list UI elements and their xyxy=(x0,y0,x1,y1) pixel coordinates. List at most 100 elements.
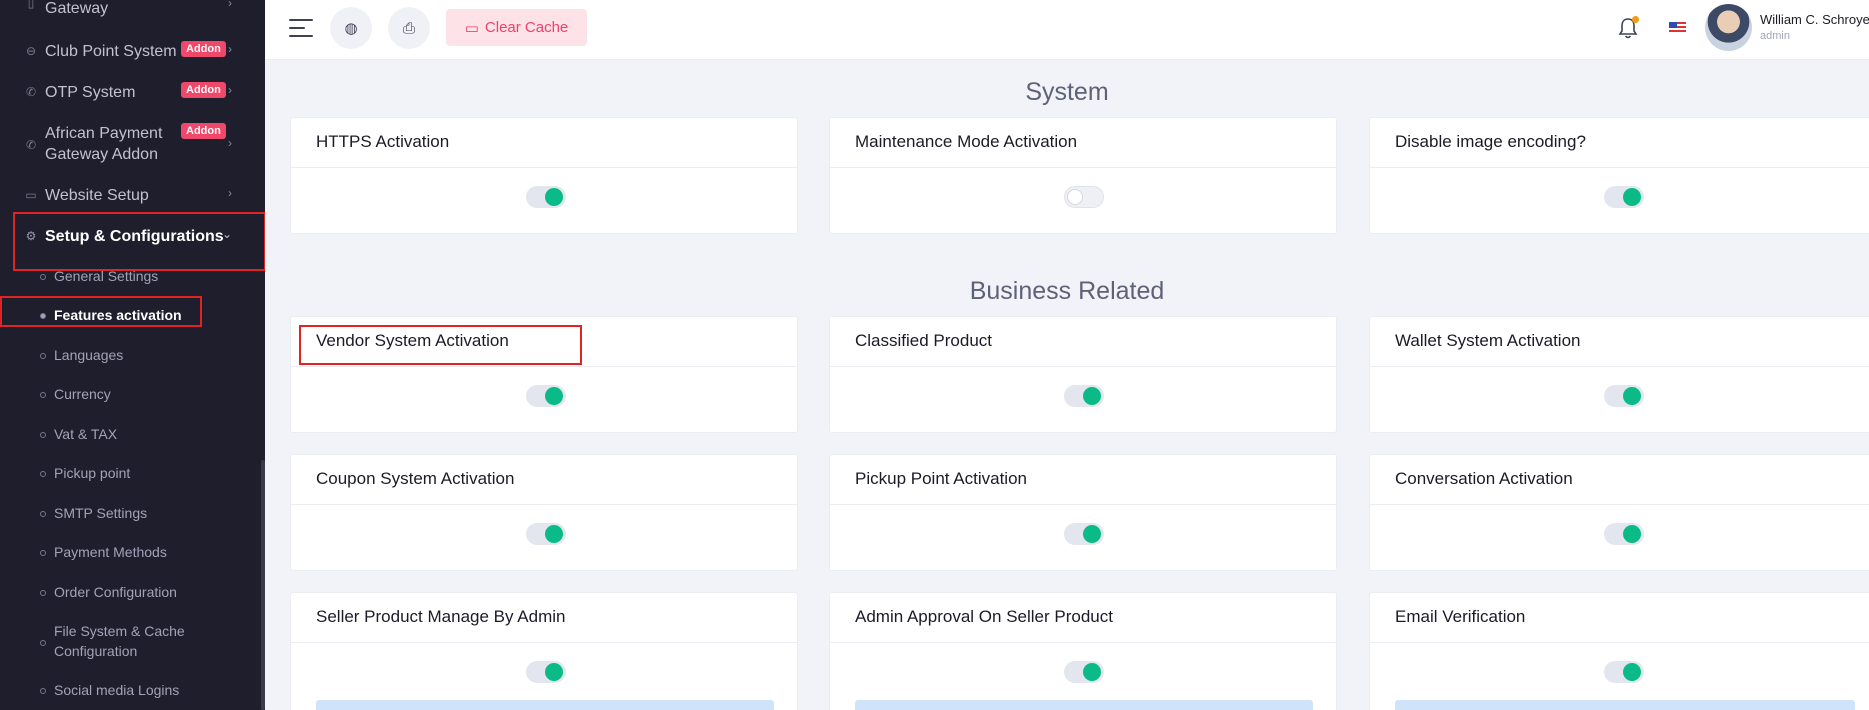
bullet-icon xyxy=(40,274,46,280)
us-flag-icon[interactable] xyxy=(1669,22,1686,34)
submenu-file-system-cache[interactable]: File System & Cache Configuration xyxy=(0,621,260,663)
sidebar-item-payment-gateway[interactable]: ▯ Gateway › xyxy=(0,0,260,20)
card-title: Seller Product Manage By Admin xyxy=(316,607,566,626)
card-title: Pickup Point Activation xyxy=(855,469,1027,488)
bullet-icon xyxy=(40,471,46,477)
globe-button[interactable]: ◍ xyxy=(330,7,372,49)
phone-icon: ✆ xyxy=(25,138,37,152)
card-header: Pickup Point Activation xyxy=(830,455,1336,505)
sidebar: ▯ Gateway › ⊖ Club Point System Addon › … xyxy=(0,0,265,710)
card-admin-approval: Admin Approval On Seller Product xyxy=(829,592,1337,710)
card-title: Maintenance Mode Activation xyxy=(855,132,1078,151)
info-alert xyxy=(1395,700,1855,710)
bullet-icon xyxy=(40,550,46,556)
info-alert xyxy=(855,700,1313,710)
section-title-system: System xyxy=(1025,78,1109,106)
submenu-currency[interactable]: Currency xyxy=(0,384,260,404)
card-disable-image-encoding: Disable image encoding? xyxy=(1369,117,1869,234)
bullet-icon xyxy=(40,511,46,517)
hard-drive-icon: ▭ xyxy=(464,19,479,37)
highlight-box xyxy=(13,212,265,271)
topbar: ◍ ⎙ ▭ Clear Cache William C. Schroyer ad… xyxy=(265,0,1869,60)
wallet-toggle[interactable] xyxy=(1604,385,1644,407)
card-title: Coupon System Activation xyxy=(316,469,515,488)
card-maintenance-mode: Maintenance Mode Activation xyxy=(829,117,1337,234)
card-pickup-point: Pickup Point Activation xyxy=(829,454,1337,571)
sidebar-item-african-payment[interactable]: ✆ African Payment Gateway Addon Addon › xyxy=(0,122,260,167)
section-title-business: Business Related xyxy=(969,277,1165,305)
https-toggle[interactable] xyxy=(526,186,566,208)
menu-toggle-icon[interactable] xyxy=(289,17,315,39)
card-title: Disable image encoding? xyxy=(1395,132,1586,151)
card-email-verification: Email Verification xyxy=(1369,592,1869,710)
user-role: admin xyxy=(1760,30,1790,42)
sidebar-item-otp[interactable]: ✆ OTP System Addon › xyxy=(0,81,260,103)
submenu-order-configuration[interactable]: Order Configuration xyxy=(0,582,260,602)
submenu-payment-methods[interactable]: Payment Methods xyxy=(0,542,260,562)
submenu-general-settings[interactable]: General Settings xyxy=(0,266,260,286)
printer-icon: ⎙ xyxy=(402,19,415,37)
submenu-social-media-logins[interactable]: Social media Logins xyxy=(0,680,260,700)
highlight-box xyxy=(299,325,582,365)
addon-badge: Addon xyxy=(181,123,226,139)
card-header: HTTPS Activation xyxy=(291,118,797,168)
coin-icon: ⊖ xyxy=(25,44,37,58)
highlight-box xyxy=(0,296,202,327)
card-title: Admin Approval On Seller Product xyxy=(855,607,1113,626)
chevron-right-icon: › xyxy=(228,83,232,97)
maintenance-toggle[interactable] xyxy=(1064,186,1104,208)
submenu-smtp-settings[interactable]: SMTP Settings xyxy=(0,503,260,523)
bullet-icon xyxy=(40,640,46,646)
clear-cache-button[interactable]: ▭ Clear Cache xyxy=(446,9,587,46)
card-header: Disable image encoding? xyxy=(1370,118,1869,168)
avatar[interactable] xyxy=(1705,4,1752,51)
card-classified-product: Classified Product xyxy=(829,316,1337,433)
pickup-toggle[interactable] xyxy=(1064,523,1104,545)
classified-toggle[interactable] xyxy=(1064,385,1104,407)
bullet-icon xyxy=(40,392,46,398)
card-header: Seller Product Manage By Admin xyxy=(291,593,797,643)
seller-manage-toggle[interactable] xyxy=(526,661,566,683)
email-verification-toggle[interactable] xyxy=(1604,661,1644,683)
image-encoding-toggle[interactable] xyxy=(1604,186,1644,208)
card-header: Conversation Activation xyxy=(1370,455,1869,505)
chevron-right-icon: › xyxy=(228,186,232,200)
sidebar-item-website-setup[interactable]: ▭ Website Setup › xyxy=(0,184,260,206)
card-seller-product-manage: Seller Product Manage By Admin xyxy=(290,592,798,710)
card-header: Email Verification xyxy=(1370,593,1869,643)
print-button[interactable]: ⎙ xyxy=(388,7,430,49)
card-https-activation: HTTPS Activation xyxy=(290,117,798,234)
coupon-toggle[interactable] xyxy=(526,523,566,545)
card-icon: ▯ xyxy=(27,0,35,10)
card-coupon-system: Coupon System Activation xyxy=(290,454,798,571)
vendor-toggle[interactable] xyxy=(526,385,566,407)
card-conversation: Conversation Activation xyxy=(1369,454,1869,571)
sidebar-scrollbar[interactable] xyxy=(261,460,265,710)
chevron-right-icon: › xyxy=(228,136,232,150)
submenu-vat-tax[interactable]: Vat & TAX xyxy=(0,424,260,444)
card-header: Coupon System Activation xyxy=(291,455,797,505)
card-header: Classified Product xyxy=(830,317,1336,367)
notification-dot xyxy=(1632,16,1639,23)
chevron-right-icon: › xyxy=(228,0,232,10)
admin-approval-toggle[interactable] xyxy=(1064,661,1104,683)
conversation-toggle[interactable] xyxy=(1604,523,1644,545)
submenu-languages[interactable]: Languages xyxy=(0,345,260,365)
chevron-right-icon: › xyxy=(228,42,232,56)
card-title: Classified Product xyxy=(855,331,993,350)
submenu-pickup-point[interactable]: Pickup point xyxy=(0,463,260,483)
card-header: Admin Approval On Seller Product xyxy=(830,593,1336,643)
info-alert xyxy=(316,700,774,710)
card-header: Wallet System Activation xyxy=(1370,317,1869,367)
globe-icon: ◍ xyxy=(344,20,358,37)
sidebar-item-club-point[interactable]: ⊖ Club Point System Addon › xyxy=(0,40,260,62)
card-header: Maintenance Mode Activation xyxy=(830,118,1336,168)
bullet-icon xyxy=(40,432,46,438)
user-name[interactable]: William C. Schroyer xyxy=(1760,12,1869,27)
notification-button[interactable] xyxy=(1617,16,1639,40)
addon-badge: Addon xyxy=(181,41,226,57)
card-title: Conversation Activation xyxy=(1395,469,1573,488)
phone-icon: ✆ xyxy=(25,85,37,99)
bullet-icon xyxy=(40,688,46,694)
bullet-icon xyxy=(40,353,46,359)
